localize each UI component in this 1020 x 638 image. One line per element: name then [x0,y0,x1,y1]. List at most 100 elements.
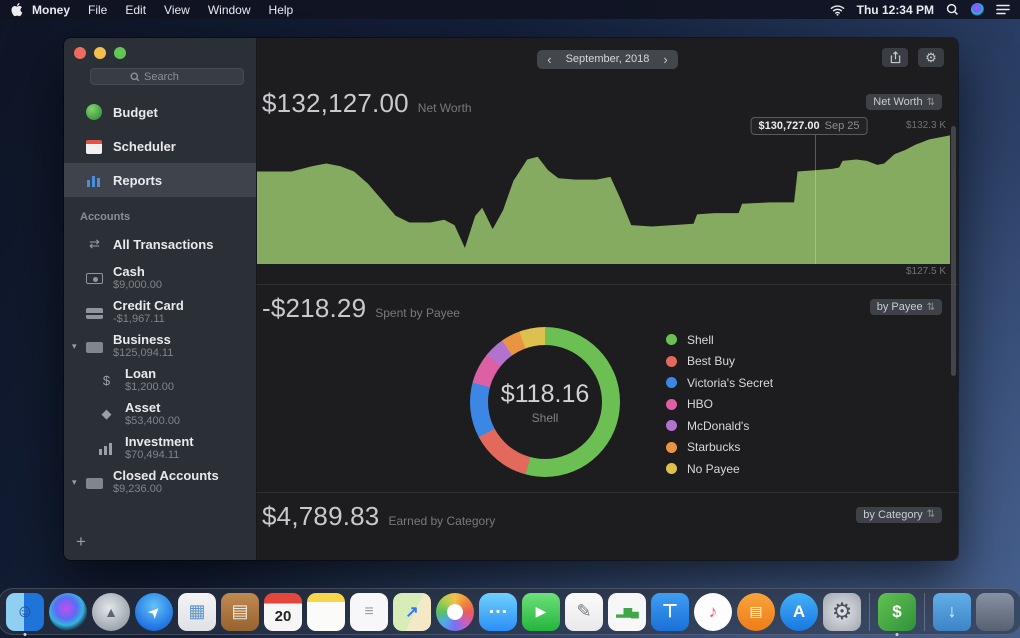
next-period-button[interactable]: › [663,52,667,67]
search-input[interactable] [144,70,204,83]
reminders-dock-icon[interactable]: ≡ [350,592,388,631]
spent-donut-chart[interactable]: $118.16 Shell [470,327,620,477]
launchpad-dock-icon[interactable]: ▲ [92,592,130,631]
photos-dock-icon[interactable] [436,592,474,631]
apple-menu-icon[interactable] [10,2,23,17]
appstore-dock-icon[interactable]: A [780,592,818,631]
legend-item-victorias-secret[interactable]: Victoria's Secret [666,372,773,394]
budget-icon [86,104,102,120]
menu-view[interactable]: View [155,3,199,17]
content-scrollbar[interactable] [951,126,956,376]
siri-dock-icon[interactable] [49,592,87,631]
previous-period-button[interactable]: ‹ [547,52,551,67]
sidebar-account-cash[interactable]: Cash $9,000.00 [64,261,256,295]
minimize-window-button[interactable] [94,47,106,59]
messages-glyph: … [488,596,508,618]
wifi-icon[interactable] [830,4,845,16]
books-glyph: ▤ [749,603,763,619]
net-worth-amount: $132,127.00 [262,88,409,118]
numbers-glyph: ▂▆▄ [616,606,639,618]
downloads-glyph: ↓ [947,601,957,621]
updown-arrows-icon: ⇅ [926,301,935,313]
asset-icon: ◆ [101,406,112,421]
sidebar-account-all-transactions[interactable]: ⇄ All Transactions [64,227,256,261]
legend-dot [666,441,677,453]
siri-menu-icon[interactable] [971,3,984,16]
legend-dot [666,334,677,346]
spent-selector-dropdown[interactable]: by Payee ⇅ [869,299,942,315]
legend-item-hbo[interactable]: HBO [666,394,773,416]
reports-icon [86,172,102,188]
appstore-glyph: A [792,601,806,621]
legend-dot [666,420,677,432]
maps-dock-icon[interactable]: ↗ [393,592,431,631]
safari-dock-icon[interactable]: ➤ [135,592,173,631]
legend-item-best-buy[interactable]: Best Buy [666,351,773,373]
menu-edit[interactable]: Edit [116,3,155,17]
sidebar-account-investment[interactable]: Investment $70,494.11 [64,431,256,465]
menu-app-name[interactable]: Money [23,3,79,17]
earned-selector-dropdown[interactable]: by Category ⇅ [856,506,942,523]
launchpad-glyph: ▲ [104,603,118,620]
close-window-button[interactable] [74,47,86,59]
sidebar-item-budget[interactable]: Budget [64,95,256,129]
sidebar-account-closed-accounts[interactable]: ▾ Closed Accounts $9,236.00 [64,465,256,499]
pages-dock-icon[interactable]: ✎ [565,592,603,631]
share-button[interactable] [882,48,908,67]
sidebar-item-label: Scheduler [113,138,176,154]
itunes-dock-icon[interactable]: ♪ [694,592,732,631]
content-header: ‹ September, 2018 › ⚙ [257,38,958,80]
downloads-dock-icon[interactable]: ↓ [933,592,971,631]
menu-bar: Money File Edit View Window Help Thu 12:… [0,0,1020,19]
notes-dock-icon[interactable] [307,592,345,631]
sidebar-account-business[interactable]: ▾ Business $125,094.11 [64,329,256,363]
menu-file[interactable]: File [79,3,116,17]
sidebar-account-credit-card[interactable]: Credit Card -$1,967.11 [64,295,256,329]
finder-dock-icon[interactable]: ☺ [6,592,44,631]
trash-dock-icon[interactable] [976,592,1014,631]
sidebar-account-loan[interactable]: $ Loan $1,200.00 [64,363,256,397]
donut-center-label: Shell [531,410,559,425]
preview-dock-icon[interactable]: ▦ [178,592,216,631]
disclosure-triangle-icon[interactable]: ▾ [72,341,77,352]
menu-window[interactable]: Window [199,3,260,17]
sidebar-account-asset[interactable]: ◆ Asset $53,400.00 [64,397,256,431]
legend-item-no-payee[interactable]: No Payee [666,458,773,480]
net-worth-area-chart[interactable]: $130,727.00 Sep 25 $132.3 K $127.5 K [257,117,950,277]
legend-item-shell[interactable]: Shell [666,329,773,351]
chart-max-label: $132.3 K [905,120,946,131]
sidebar-nav: Budget Scheduler Reports [64,95,256,197]
calendar-dock-icon[interactable]: 20 [264,592,302,631]
disclosure-triangle-icon[interactable]: ▾ [72,477,77,488]
dock-separator [869,592,870,631]
settings-button[interactable]: ⚙ [918,48,944,67]
books-dock-icon[interactable]: ▤ [737,592,775,631]
legend-item-starbucks[interactable]: Starbucks [666,437,773,459]
gear-icon: ⚙ [925,49,937,65]
keynote-dock-icon[interactable]: ⊤ [651,592,689,631]
dock-separator [924,592,925,631]
menu-help[interactable]: Help [260,3,303,17]
notification-center-icon[interactable] [996,4,1010,15]
sidebar-item-label: Budget [113,104,158,120]
money-dock-icon[interactable]: $ [878,592,916,631]
facetime-dock-icon[interactable]: ▶ [522,592,560,631]
contacts-dock-icon[interactable]: ▤ [221,592,259,631]
numbers-dock-icon[interactable]: ▂▆▄ [608,592,646,631]
add-account-button[interactable]: + [76,532,86,552]
zoom-window-button[interactable] [114,47,126,59]
sidebar-item-reports[interactable]: Reports [64,163,256,197]
legend-item-mcdonalds[interactable]: McDonald's [666,415,773,437]
preview-glyph: ▦ [188,601,206,621]
reminders-glyph: ≡ [364,602,374,620]
sidebar-search-field[interactable] [90,68,244,85]
earned-by-category-section: $4,789.83 Earned by Category by Category… [257,493,958,531]
menu-clock[interactable]: Thu 12:34 PM [857,3,934,17]
messages-dock-icon[interactable]: … [479,592,517,631]
settings-dock-icon[interactable]: ⚙ [823,592,861,631]
net-worth-selector-dropdown[interactable]: Net Worth ⇅ [866,94,942,110]
spotlight-search-icon[interactable] [946,3,959,16]
sidebar-item-scheduler[interactable]: Scheduler [64,129,256,163]
legend-dot [666,355,677,367]
period-selector[interactable]: ‹ September, 2018 › [537,49,678,69]
